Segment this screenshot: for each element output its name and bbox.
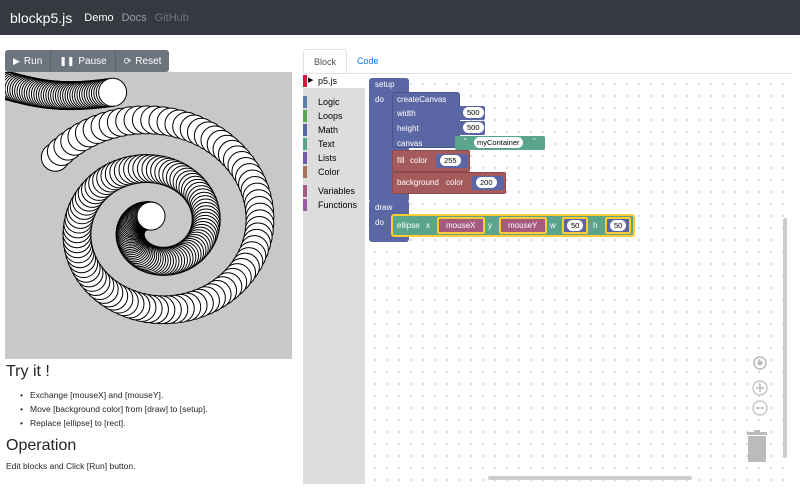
category-color [303,166,307,178]
height-label: height [397,124,419,133]
setup-label: setup [375,80,395,89]
mousey-label: mouseY [508,221,538,230]
toolbox: ▶ p5.js Logic Loops Math Text Lists Colo… [303,74,365,484]
width-value[interactable]: 500 [463,107,484,118]
do-label: do [375,95,384,104]
mousex-label: mouseX [446,221,476,230]
fill-label: fill [397,156,405,165]
reset-label: Reset [135,55,162,67]
w-label: w [550,221,556,230]
background-color-label: color [446,178,464,187]
try-item: Exchange [mouseX] and [mouseY]. [20,388,208,402]
toolbox-item-text[interactable]: Text [303,137,365,151]
x-label: x [426,221,430,230]
play-icon: ▶ [13,55,20,66]
w-value[interactable]: 50 [567,220,584,231]
y-label: y [488,221,492,230]
quote-close: ” [533,137,536,146]
sketch-ellipse [98,77,128,107]
operation-text: Edit blocks and Click [Run] button. [6,461,136,471]
try-item: Move [background color] from [draw] to [… [20,402,208,416]
nav-docs[interactable]: Docs [122,12,147,24]
tab-code[interactable]: Code [347,49,389,74]
toolbox-item-color[interactable]: Color [303,165,365,179]
h-value[interactable]: 50 [610,220,627,231]
fill-value[interactable]: 255 [440,155,461,166]
toolbox-label: Math [318,125,339,135]
toolbox-item-loops[interactable]: Loops [303,109,365,123]
target-icon[interactable] [752,355,768,374]
editor-tabs: Block Code [303,49,389,74]
brand-logo[interactable]: blockp5.js [10,10,72,26]
quote-open: “ [464,137,467,146]
toolbox-item-p5js[interactable]: ▶ p5.js [303,74,365,88]
trash-icon[interactable] [745,430,769,467]
sketch-ellipse [136,201,166,231]
category-color [303,152,307,164]
category-color [303,96,307,108]
draw-label: draw [375,203,393,212]
background-value[interactable]: 200 [476,177,497,188]
try-title: Try it ! [6,363,50,380]
toolbox-item-logic[interactable]: Logic [303,95,365,109]
zoom-out-icon[interactable] [752,400,768,419]
category-color [303,199,307,211]
toolbox-label: Functions [318,200,358,210]
toolbox-item-lists[interactable]: Lists [303,151,365,165]
toolbox-label: Variables [318,186,355,196]
workspace-scrollbar-horizontal[interactable] [488,476,692,480]
canvas-label: canvas [397,139,423,148]
toolbox-label: Color [318,167,340,177]
try-item: Replace [ellipse] to [rect]. [20,416,208,430]
sketch-canvas[interactable] [5,72,292,359]
container-value[interactable]: myContainer [474,137,523,148]
sketch-drawing [5,72,275,325]
toolbox-item-math[interactable]: Math [303,123,365,137]
operation-title: Operation [6,437,77,454]
zoom-in-icon[interactable] [752,380,768,399]
navbar: blockp5.js Demo Docs GitHub [0,0,800,35]
width-label: width [397,109,416,118]
pause-label: Pause [78,55,107,67]
tab-block[interactable]: Block [303,49,348,74]
category-color [303,110,307,122]
reset-icon: ⟳ [123,55,132,66]
nav-demo[interactable]: Demo [84,12,113,24]
category-color [303,75,307,87]
run-controls: ▶ Run ❚❚ Pause ⟳ Reset [5,50,170,72]
height-value[interactable]: 500 [463,122,484,133]
reset-button[interactable]: ⟳ Reset [116,50,170,72]
h-label: h [593,221,598,230]
background-label: background [397,178,439,187]
createcanvas-label: createCanvas [397,95,447,104]
fill-color-label: color [410,156,428,165]
toolbox-label: p5.js [318,76,338,86]
category-color [303,138,307,150]
ellipse-label: ellipse [397,221,420,230]
run-label: Run [23,55,43,67]
pause-icon: ❚❚ [59,55,75,66]
workspace-scrollbar-vertical[interactable] [783,218,787,458]
toolbox-label: Loops [318,111,343,121]
toolbox-item-variables[interactable]: Variables [303,184,365,198]
caret-right-icon: ▶ [308,77,314,84]
category-color [303,124,307,136]
toolbox-label: Text [318,139,335,149]
pause-button[interactable]: ❚❚ Pause [51,50,116,72]
try-list: Exchange [mouseX] and [mouseY]. Move [ba… [20,388,208,430]
run-button[interactable]: ▶ Run [5,50,52,72]
do-label: do [375,218,384,227]
nav-github[interactable]: GitHub [155,12,189,24]
category-color [303,185,307,197]
toolbox-label: Lists [318,153,337,163]
toolbox-item-functions[interactable]: Functions [303,198,365,212]
toolbox-label: Logic [318,97,340,107]
